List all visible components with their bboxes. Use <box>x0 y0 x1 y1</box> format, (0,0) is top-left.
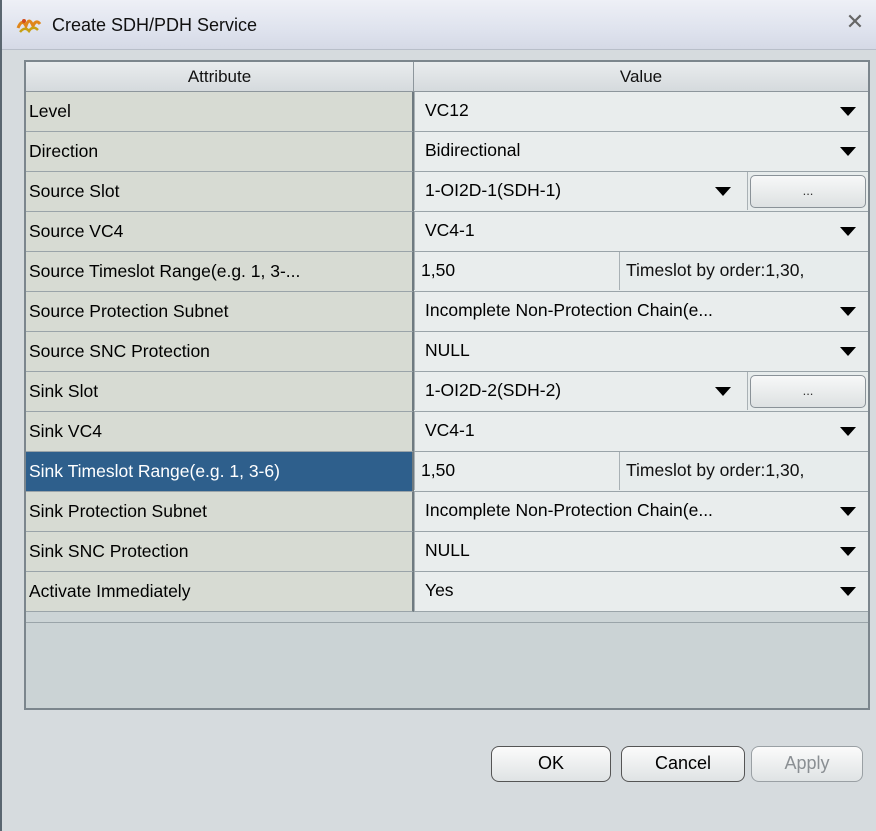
table-empty-area <box>26 622 868 708</box>
value-cell: VC4-1 <box>414 212 868 252</box>
attribute-label: Source SNC Protection <box>26 332 414 372</box>
value-cell: NULL <box>414 532 868 572</box>
timeslot-value: 1,50 <box>421 460 456 480</box>
value-cell: Incomplete Non-Protection Chain(e... <box>414 292 868 332</box>
column-header-attribute[interactable]: Attribute <box>26 62 414 92</box>
table-row[interactable]: Sink Slot 1-OI2D-2(SDH-2)... <box>26 372 868 412</box>
attribute-label: Sink Slot <box>26 372 414 412</box>
chevron-down-icon[interactable] <box>715 187 731 196</box>
value-cell: Bidirectional <box>414 132 868 172</box>
attribute-label: Sink Protection Subnet <box>26 492 414 532</box>
table-row[interactable]: Source Slot 1-OI2D-1(SDH-1)... <box>26 172 868 212</box>
value-cell: 1,50 Timeslot by order:1,30, <box>414 252 868 292</box>
table-row[interactable]: Sink Timeslot Range(e.g. 1, 3-6) 1,50 Time… <box>26 452 868 492</box>
chevron-down-icon[interactable] <box>840 547 856 556</box>
slot-dropdown[interactable]: 1-OI2D-2(SDH-2) <box>414 372 748 410</box>
chevron-down-icon[interactable] <box>840 587 856 596</box>
create-service-dialog: Create SDH/PDH Service ✕ Attribute Value… <box>0 0 876 831</box>
chevron-down-icon[interactable] <box>840 227 856 236</box>
attribute-label: Activate Immediately <box>26 572 414 612</box>
chevron-down-icon[interactable] <box>840 347 856 356</box>
value-dropdown[interactable]: NULL <box>414 332 868 371</box>
dropdown-selected-value: 1-OI2D-1(SDH-1) <box>425 180 562 200</box>
value-dropdown[interactable]: VC4-1 <box>414 412 868 451</box>
browse-slot-button[interactable]: ... <box>750 375 866 408</box>
attribute-label: Source Protection Subnet <box>26 292 414 332</box>
table-row[interactable]: Direction Bidirectional <box>26 132 868 172</box>
dropdown-selected-value: NULL <box>425 540 470 560</box>
table-row[interactable]: Level VC12 <box>26 92 868 132</box>
table-row[interactable]: Sink VC4 VC4-1 <box>26 412 868 452</box>
value-cell: VC12 <box>414 92 868 132</box>
chevron-down-icon[interactable] <box>840 107 856 116</box>
value-cell: 1-OI2D-2(SDH-2)... <box>414 372 868 412</box>
dropdown-selected-value: Incomplete Non-Protection Chain(e... <box>425 500 713 520</box>
dropdown-selected-value: VC12 <box>425 100 469 120</box>
table-row[interactable]: Sink SNC Protection NULL <box>26 532 868 572</box>
value-cell: 1-OI2D-1(SDH-1)... <box>414 172 868 212</box>
value-cell: 1,50 Timeslot by order:1,30, <box>414 452 868 492</box>
chevron-down-icon[interactable] <box>715 387 731 396</box>
timeslot-order-label: Timeslot by order:1,30, <box>626 260 805 280</box>
dropdown-selected-value: Yes <box>425 580 454 600</box>
apply-button[interactable]: Apply <box>751 746 863 782</box>
value-dropdown[interactable]: Incomplete Non-Protection Chain(e... <box>414 292 868 331</box>
table-row[interactable]: Sink Protection Subnet Incomplete Non-Pro… <box>26 492 868 532</box>
table-row[interactable]: Source Timeslot Range(e.g. 1, 3-... 1,50 T… <box>26 252 868 292</box>
value-cell: NULL <box>414 332 868 372</box>
title-bar[interactable]: Create SDH/PDH Service ✕ <box>2 0 876 50</box>
attribute-label: Sink SNC Protection <box>26 532 414 572</box>
value-cell: Incomplete Non-Protection Chain(e... <box>414 492 868 532</box>
value-dropdown[interactable]: VC12 <box>414 92 868 131</box>
value-dropdown[interactable]: Incomplete Non-Protection Chain(e... <box>414 492 868 531</box>
dropdown-selected-value: VC4-1 <box>425 420 475 440</box>
chevron-down-icon[interactable] <box>840 427 856 436</box>
attribute-label: Direction <box>26 132 414 172</box>
attribute-table: Attribute Value Level VC12 Direction Bidire… <box>24 60 870 710</box>
attribute-label: Sink Timeslot Range(e.g. 1, 3-6) <box>26 452 414 492</box>
timeslot-input[interactable]: 1,50 <box>414 252 620 290</box>
slot-dropdown[interactable]: 1-OI2D-1(SDH-1) <box>414 172 748 210</box>
table-row[interactable]: Activate Immediately Yes <box>26 572 868 612</box>
attribute-label: Sink VC4 <box>26 412 414 452</box>
table-header: Attribute Value <box>26 62 868 92</box>
value-dropdown[interactable]: NULL <box>414 532 868 571</box>
value-cell: VC4-1 <box>414 412 868 452</box>
attribute-label: Source Timeslot Range(e.g. 1, 3-... <box>26 252 414 292</box>
value-dropdown[interactable]: Yes <box>414 572 868 611</box>
value-dropdown[interactable]: VC4-1 <box>414 212 868 251</box>
value-cell: Yes <box>414 572 868 612</box>
value-dropdown[interactable]: Bidirectional <box>414 132 868 171</box>
app-logo-icon <box>16 19 42 34</box>
browse-slot-button[interactable]: ... <box>750 175 866 208</box>
chevron-down-icon[interactable] <box>840 147 856 156</box>
table-row[interactable]: Source VC4 VC4-1 <box>26 212 868 252</box>
close-icon[interactable]: ✕ <box>842 10 868 36</box>
attribute-label: Source VC4 <box>26 212 414 252</box>
window-title: Create SDH/PDH Service <box>52 15 258 35</box>
attribute-label: Level <box>26 92 414 132</box>
timeslot-input[interactable]: 1,50 <box>414 452 620 490</box>
chevron-down-icon[interactable] <box>840 507 856 516</box>
timeslot-value: 1,50 <box>421 260 456 280</box>
dropdown-selected-value: VC4-1 <box>425 220 475 240</box>
cancel-button[interactable]: Cancel <box>621 746 745 782</box>
ok-button[interactable]: OK <box>491 746 611 782</box>
dropdown-selected-value: NULL <box>425 340 470 360</box>
dropdown-selected-value: 1-OI2D-2(SDH-2) <box>425 380 562 400</box>
table-row[interactable]: Source SNC Protection NULL <box>26 332 868 372</box>
timeslot-order-label: Timeslot by order:1,30, <box>626 460 805 480</box>
column-header-value[interactable]: Value <box>414 62 868 92</box>
table-row[interactable]: Source Protection Subnet Incomplete Non-P… <box>26 292 868 332</box>
dropdown-selected-value: Incomplete Non-Protection Chain(e... <box>425 300 713 320</box>
attribute-label: Source Slot <box>26 172 414 212</box>
chevron-down-icon[interactable] <box>840 307 856 316</box>
dropdown-selected-value: Bidirectional <box>425 140 521 160</box>
